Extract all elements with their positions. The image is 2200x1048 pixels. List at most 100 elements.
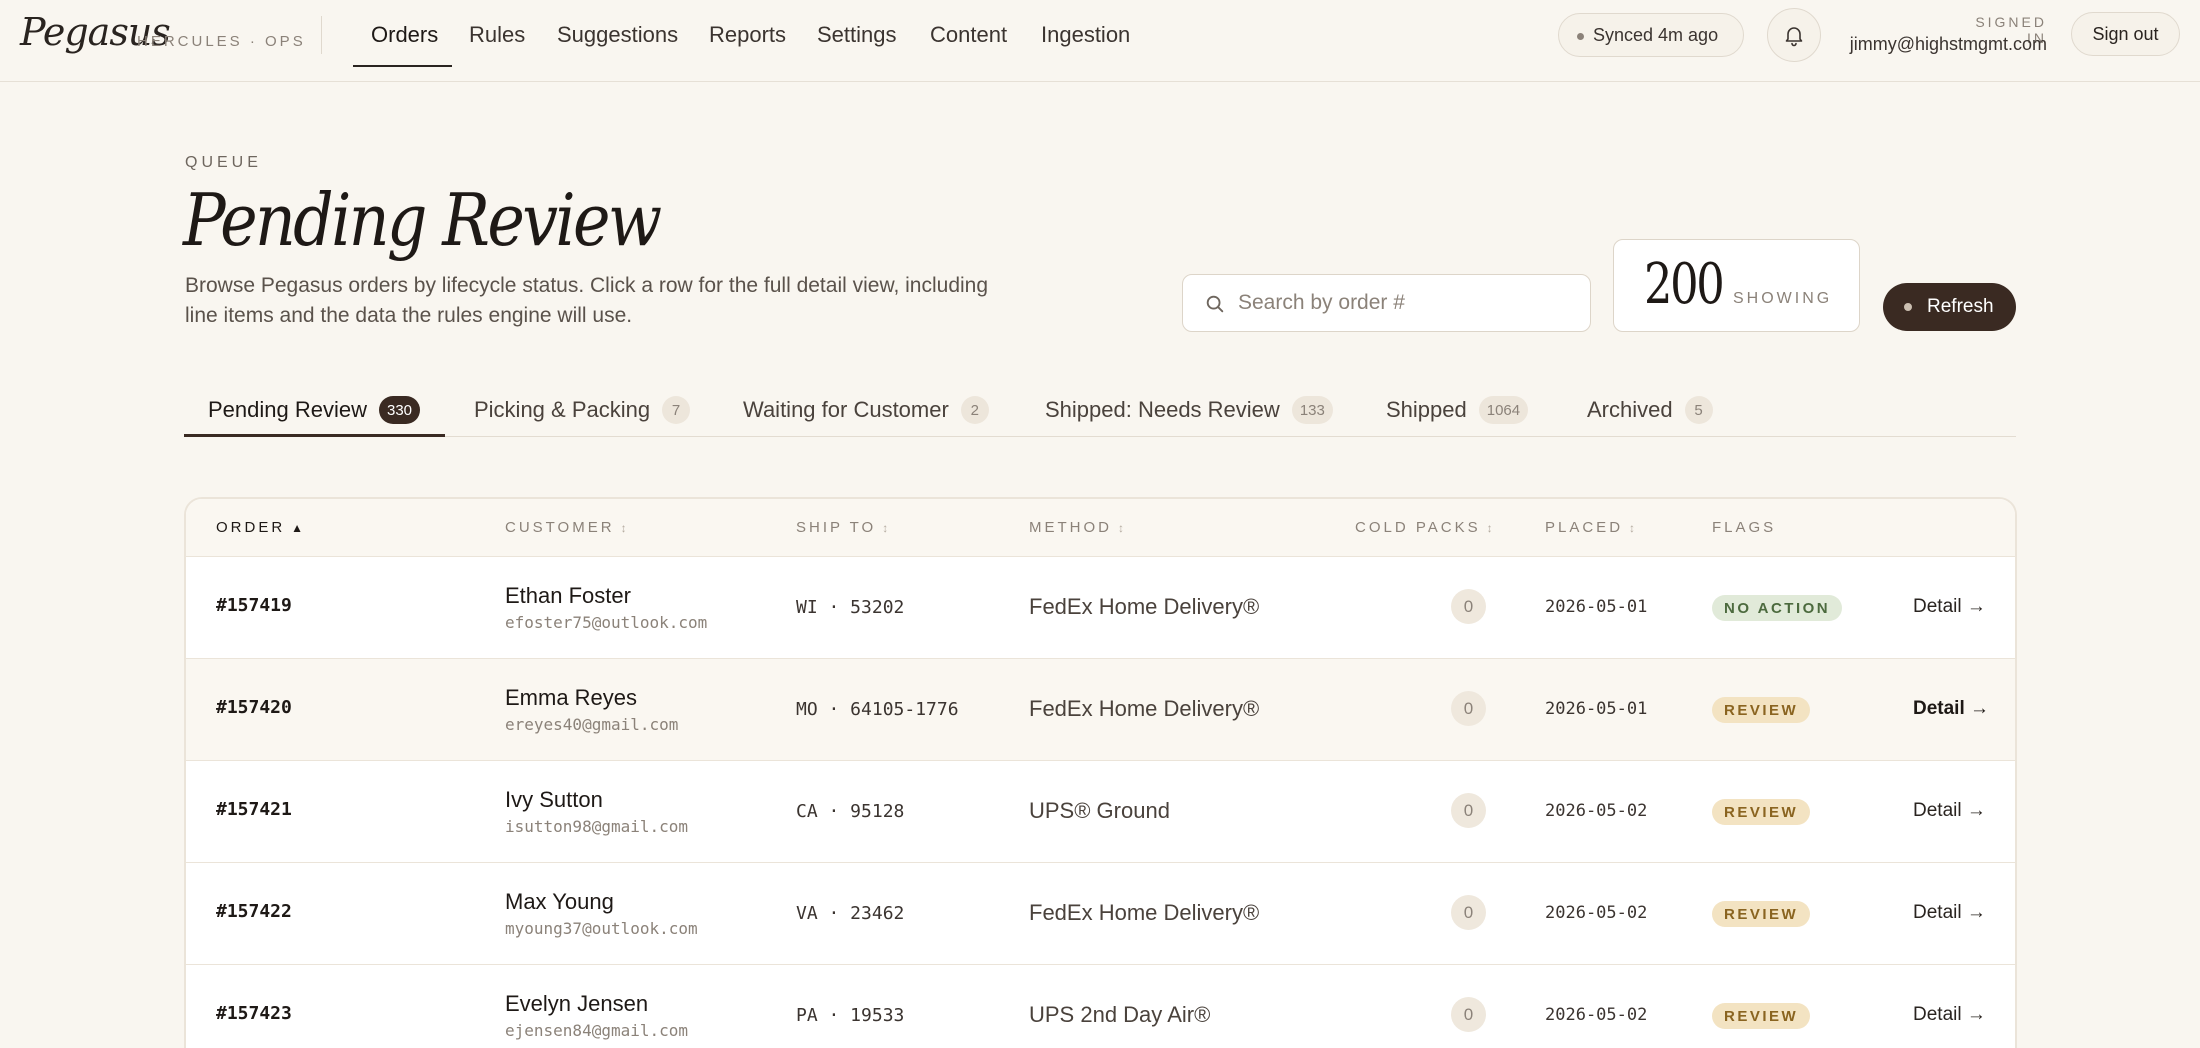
table-row[interactable]: #157420 Emma Reyes ereyes40@gmail.com MO…	[186, 659, 2015, 761]
tab-count-badge: 330	[378, 396, 421, 424]
bell-icon	[1785, 27, 1803, 47]
refresh-button[interactable]: Refresh	[1883, 283, 2016, 331]
flag-badge: REVIEW	[1712, 901, 1811, 927]
nav-divider	[321, 16, 322, 54]
nav-item-reports[interactable]: Reports	[709, 22, 786, 48]
placed-date: 2026-05-02	[1545, 801, 1648, 821]
tab-count-badge: 133	[1291, 396, 1333, 424]
customer-name: Emma Reyes	[505, 685, 638, 710]
search-icon	[1206, 295, 1224, 313]
table-header: ORDER ▲ CUSTOMER ↕ SHIP TO ↕ METHOD ↕ COLD P…	[186, 499, 2015, 557]
tab-shipped[interactable]: Shipped 1064	[1386, 384, 1529, 436]
column-header-flags: FLAGS	[1712, 519, 1777, 536]
placed-date: 2026-05-01	[1545, 699, 1648, 719]
sort-icon: ↕	[1486, 521, 1493, 535]
tab-count-badge: 5	[1684, 396, 1713, 424]
sync-status-label: Synced 4m ago	[1593, 24, 1719, 45]
customer-name: Evelyn Jensen	[505, 991, 649, 1016]
ship-to: VA · 23462	[796, 903, 905, 924]
sort-icon: ↕	[1629, 521, 1636, 535]
notifications-button[interactable]	[1767, 8, 1821, 62]
order-number: #157423	[216, 1003, 292, 1024]
cold-packs-count: 0	[1451, 997, 1486, 1032]
showing-count-card: 200 SHOWING	[1613, 239, 1860, 332]
tabs-divider	[184, 436, 2016, 437]
cold-packs-count: 0	[1451, 691, 1486, 726]
tab-shipped-needs-review[interactable]: Shipped: Needs Review 133	[1045, 384, 1333, 436]
nav-item-content[interactable]: Content	[930, 22, 1007, 48]
shipping-method: FedEx Home Delivery®	[1029, 696, 1260, 721]
customer-email: ereyes40@gmail.com	[505, 715, 679, 734]
customer-email: efoster75@outlook.com	[505, 613, 708, 632]
nav-item-orders[interactable]: Orders	[371, 22, 438, 48]
detail-link[interactable]: Detail →	[1913, 902, 1986, 924]
flag-badge: REVIEW	[1712, 799, 1811, 825]
table-row[interactable]: #157419 Ethan Foster efoster75@outlook.c…	[186, 557, 2015, 659]
page-title: Pending Review	[183, 178, 662, 262]
tab-archived[interactable]: Archived 5	[1587, 384, 1713, 436]
refresh-dot-icon	[1904, 303, 1912, 311]
user-email: jimmy@highstmgmt.com	[1849, 34, 2047, 54]
customer-name: Max Young	[505, 889, 614, 914]
page-eyebrow: QUEUE	[185, 154, 262, 171]
brand-subtitle: HERCULES · OPS	[137, 33, 306, 50]
tab-pending-review[interactable]: Pending Review 330	[208, 384, 421, 436]
sort-icon: ↕	[620, 521, 627, 535]
shipping-method: FedEx Home Delivery®	[1029, 900, 1260, 925]
column-header-cold-packs[interactable]: COLD PACKS ↕	[1355, 519, 1493, 536]
tab-waiting-for-customer[interactable]: Waiting for Customer 2	[743, 384, 989, 436]
customer-name: Ivy Sutton	[505, 787, 603, 812]
customer-email: ejensen84@gmail.com	[505, 1021, 689, 1040]
nav-item-rules[interactable]: Rules	[469, 22, 525, 48]
tab-picking-packing[interactable]: Picking & Packing 7	[474, 384, 691, 436]
sync-status: Synced 4m ago	[1558, 13, 1744, 57]
sort-icon: ↕	[882, 521, 889, 535]
sort-icon: ↕	[1118, 521, 1124, 535]
detail-link[interactable]: Detail →	[1913, 1004, 1986, 1026]
column-header-method[interactable]: METHOD ↕	[1029, 519, 1124, 536]
tab-label: Picking & Packing	[474, 397, 651, 422]
tab-count-badge: 1064	[1478, 396, 1529, 424]
placed-date: 2026-05-02	[1545, 903, 1648, 923]
cold-packs-count: 0	[1451, 793, 1486, 828]
tab-count-badge: 7	[662, 396, 691, 424]
top-nav-bar: Pegasus HERCULES · OPS Orders Rules Sugg…	[0, 0, 2200, 82]
tab-label: Waiting for Customer	[743, 397, 949, 422]
showing-label: SHOWING	[1733, 290, 1833, 307]
sort-ascending-icon: ▲	[291, 521, 304, 535]
cold-packs-count: 0	[1451, 895, 1486, 930]
column-header-order[interactable]: ORDER ▲	[216, 519, 303, 536]
tab-label: Shipped	[1386, 397, 1467, 422]
shipping-method: FedEx Home Delivery®	[1029, 594, 1260, 619]
column-header-placed[interactable]: PLACED ↕	[1545, 519, 1635, 536]
shipping-method: UPS® Ground	[1029, 798, 1170, 823]
refresh-label: Refresh	[1927, 296, 1994, 317]
tab-label: Archived	[1587, 397, 1673, 422]
table-row[interactable]: #157421 Ivy Sutton isutton98@gmail.com C…	[186, 761, 2015, 863]
page-description: Browse Pegasus orders by lifecycle statu…	[185, 274, 989, 327]
ship-to: CA · 95128	[796, 801, 905, 822]
nav-item-ingestion[interactable]: Ingestion	[1041, 22, 1130, 48]
sign-out-button[interactable]: Sign out	[2071, 12, 2180, 56]
table-row[interactable]: #157423 Evelyn Jensen ejensen84@gmail.co…	[186, 965, 2015, 1048]
ship-to: MO · 64105-1776	[796, 699, 959, 720]
column-header-ship-to[interactable]: SHIP TO ↕	[796, 519, 888, 536]
placed-date: 2026-05-01	[1545, 597, 1648, 617]
search-field[interactable]	[1182, 274, 1591, 332]
ship-to: WI · 53202	[796, 597, 905, 618]
customer-name: Ethan Foster	[505, 583, 631, 608]
order-number: #157422	[216, 901, 292, 922]
detail-link[interactable]: Detail →	[1913, 596, 1986, 618]
tab-label: Shipped: Needs Review	[1045, 397, 1280, 422]
nav-item-settings[interactable]: Settings	[817, 22, 897, 48]
search-input[interactable]	[1238, 291, 1568, 315]
order-number: #157421	[216, 799, 292, 820]
detail-link[interactable]: Detail →	[1913, 800, 1986, 822]
column-header-customer[interactable]: CUSTOMER ↕	[505, 519, 627, 536]
detail-link[interactable]: Detail →	[1913, 698, 1989, 720]
table-row[interactable]: #157422 Max Young myoung37@outlook.com V…	[186, 863, 2015, 965]
order-number: #157419	[216, 595, 292, 616]
order-number: #157420	[216, 697, 292, 718]
nav-item-suggestions[interactable]: Suggestions	[557, 22, 678, 48]
flag-badge: REVIEW	[1712, 1003, 1811, 1029]
